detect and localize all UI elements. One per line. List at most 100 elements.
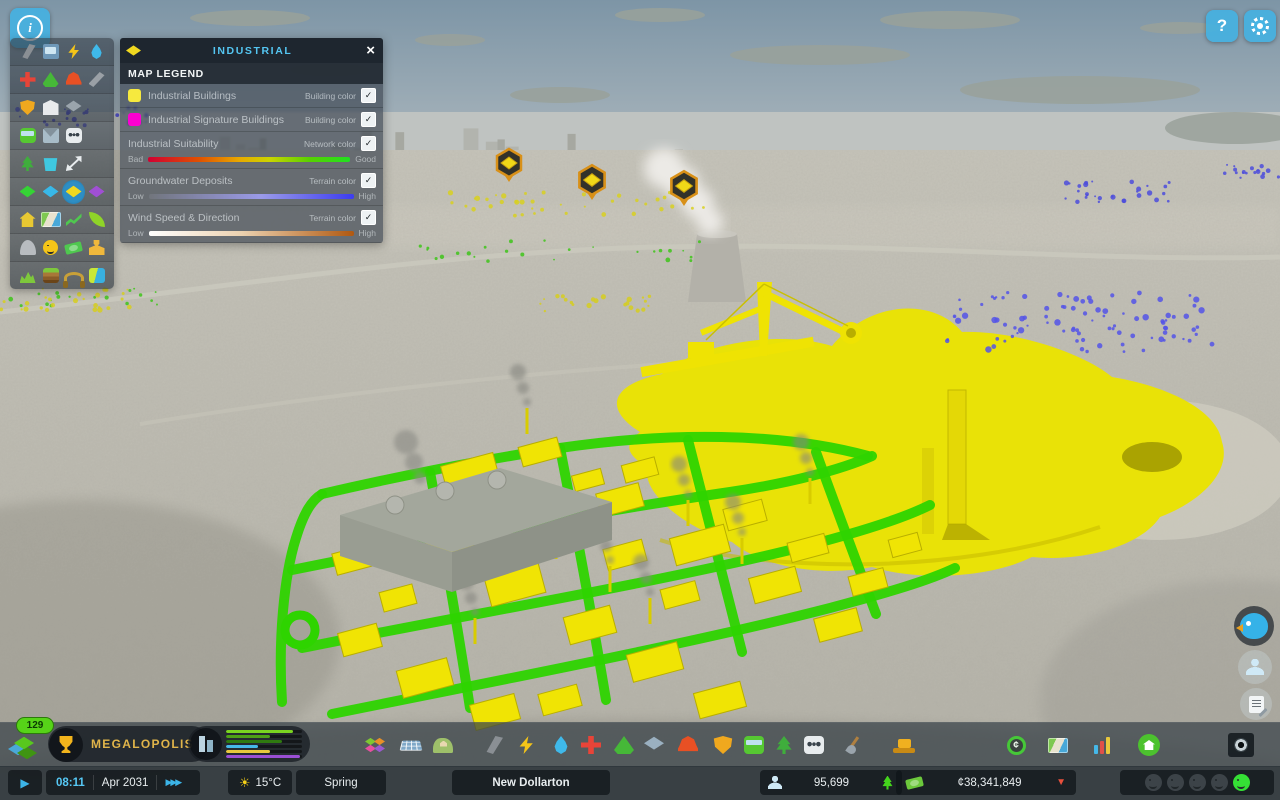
sidebar-row <box>10 38 114 66</box>
tool-zoning[interactable] <box>362 732 388 758</box>
notes-button[interactable] <box>1240 688 1272 720</box>
infoview-greenery[interactable] <box>85 208 108 232</box>
tool-progression[interactable] <box>1136 732 1162 758</box>
infoview-telecom[interactable] <box>62 124 85 148</box>
population-icon <box>768 776 782 789</box>
followed-citizen-button[interactable] <box>1238 650 1272 684</box>
legend-header: INDUSTRIAL × <box>120 38 383 63</box>
infoview-routes[interactable] <box>62 152 85 176</box>
sidebar-row <box>10 94 114 122</box>
infoview-happiness[interactable] <box>39 236 62 260</box>
options-button[interactable] <box>1244 10 1276 42</box>
economy-view-icon <box>64 241 83 255</box>
infoview-parks-recreation[interactable] <box>16 152 39 176</box>
infoview-attractions[interactable] <box>16 236 39 260</box>
tool-photo-mode[interactable] <box>1228 732 1254 758</box>
greenery-icon <box>89 212 105 227</box>
tool-fire-rescue[interactable] <box>675 732 701 758</box>
zones-commercial-icon <box>43 186 59 198</box>
infoview-economy-view[interactable] <box>62 236 85 260</box>
industrial-zone-icon <box>126 45 141 55</box>
play-pause-button[interactable]: ▶ <box>8 770 42 795</box>
tool-landscaping[interactable] <box>841 732 867 758</box>
infoview-zones-office[interactable] <box>85 180 108 204</box>
legend-checkbox[interactable]: ✓ <box>361 173 376 188</box>
clock-time: 08:11 <box>56 777 85 789</box>
attractions-icon <box>20 240 36 255</box>
education-icon <box>66 100 82 115</box>
happiness-face-happy <box>1233 774 1250 791</box>
tool-city-information[interactable] <box>1045 732 1071 758</box>
infoview-zones-commercial[interactable] <box>39 180 62 204</box>
infoview-geology[interactable] <box>39 264 62 288</box>
tool-areas[interactable] <box>430 732 456 758</box>
scale-gradient-bar <box>149 231 354 236</box>
infoview-water[interactable] <box>85 40 108 64</box>
infoview-zones-industrial[interactable] <box>62 180 85 204</box>
sidebar-row <box>10 206 114 234</box>
legend-checkbox[interactable]: ✓ <box>361 112 376 127</box>
scale-max-label: High <box>359 191 376 201</box>
infoview-administration[interactable] <box>39 96 62 120</box>
infoview-city-statistics[interactable] <box>62 208 85 232</box>
tool-economy[interactable]: ¢ <box>1003 732 1029 758</box>
scale-gradient-bar <box>149 194 354 199</box>
infoview-workplaces[interactable] <box>85 236 108 260</box>
infoview-maintenance[interactable] <box>85 68 108 92</box>
legend-label: Industrial Buildings <box>148 90 305 102</box>
tool-parks-recreation[interactable] <box>771 732 797 758</box>
city-name-widget[interactable]: New Dollarton <box>452 770 610 795</box>
infoview-transportation[interactable] <box>16 124 39 148</box>
tool-roads-tool[interactable] <box>398 732 424 758</box>
tool-education[interactable] <box>641 732 667 758</box>
tool-strip: ¢ <box>0 723 1280 767</box>
happiness-widget[interactable] <box>1120 770 1274 795</box>
telecom-icon <box>66 128 82 143</box>
help-button[interactable]: ? <box>1206 10 1238 42</box>
weather-widget[interactable]: ☀ 15°C <box>228 770 292 795</box>
infoview-land-value[interactable] <box>16 208 39 232</box>
infoview-education[interactable] <box>62 96 85 120</box>
tool-service-roads[interactable] <box>480 732 506 758</box>
infoview-roads[interactable] <box>16 40 39 64</box>
speed-control[interactable]: ▶▶▶ <box>165 777 180 788</box>
money-widget[interactable]: ¢38,341,849 ▼ <box>896 770 1076 795</box>
infoview-fire-rescue[interactable] <box>62 68 85 92</box>
chirper-button[interactable] <box>1234 606 1274 646</box>
tool-transportation[interactable] <box>741 732 767 758</box>
tool-garbage[interactable] <box>611 732 637 758</box>
infoview-garbage-can[interactable] <box>39 152 62 176</box>
infoview-police[interactable] <box>16 96 39 120</box>
zoning-icon <box>365 736 385 754</box>
infoview-garbage[interactable] <box>39 68 62 92</box>
infoview-post[interactable] <box>39 124 62 148</box>
tool-healthcare[interactable] <box>578 732 604 758</box>
areas-icon <box>433 738 453 753</box>
infoview-electronics[interactable] <box>39 40 62 64</box>
infoview-water-bodies[interactable] <box>85 264 108 288</box>
gear-icon <box>1251 17 1269 35</box>
tool-bulldozer[interactable] <box>891 732 917 758</box>
tool-police[interactable] <box>710 732 736 758</box>
legend-checkbox[interactable]: ✓ <box>361 136 376 151</box>
tool-statistics[interactable] <box>1090 732 1116 758</box>
infoview-noise-pollution[interactable] <box>62 264 85 288</box>
scale-min-label: Bad <box>128 154 143 164</box>
infoview-electricity[interactable] <box>62 40 85 64</box>
population-value: 95,699 <box>814 777 849 789</box>
legend-checkbox[interactable]: ✓ <box>361 210 376 225</box>
legend-panel: INDUSTRIAL × MAP LEGEND Industrial Build… <box>120 38 383 243</box>
population-widget[interactable]: 95,699 <box>760 770 902 795</box>
infoview-natural-resources[interactable] <box>39 208 62 232</box>
tool-communications[interactable] <box>801 732 827 758</box>
happiness-face-unhappy <box>1189 774 1206 791</box>
infoview-zones-residential[interactable] <box>16 180 39 204</box>
electronics-icon <box>43 44 59 59</box>
infoview-terrain[interactable] <box>16 264 39 288</box>
close-button[interactable]: × <box>364 43 377 58</box>
tool-electricity[interactable] <box>513 732 539 758</box>
tool-water-sewage[interactable] <box>548 732 574 758</box>
help-icon: ? <box>1217 16 1227 36</box>
infoview-healthcare[interactable] <box>16 68 39 92</box>
legend-checkbox[interactable]: ✓ <box>361 88 376 103</box>
